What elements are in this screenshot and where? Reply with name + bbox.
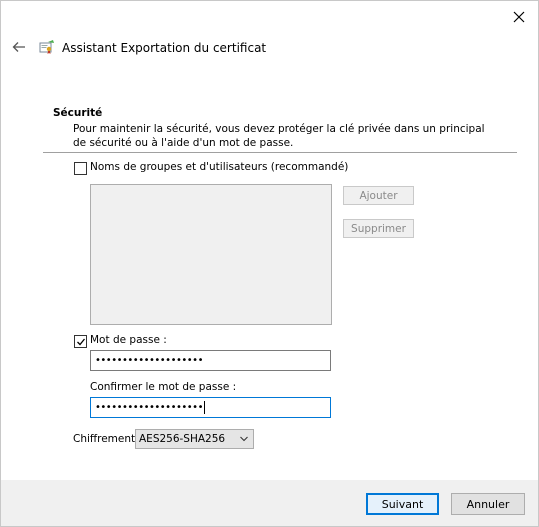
groups-checkbox-label[interactable]: Noms de groupes et d'utilisateurs (recom… [90, 161, 348, 173]
close-button[interactable] [506, 5, 532, 29]
remove-button[interactable]: Supprimer [343, 219, 414, 238]
certificate-export-wizard-window: Assistant Exportation du certificat Sécu… [0, 0, 539, 527]
certificate-icon [39, 40, 54, 54]
close-icon [513, 11, 525, 23]
back-arrow-icon [12, 42, 25, 52]
confirm-password-value: •••••••••••••••••••• [95, 402, 203, 413]
password-checkbox[interactable] [74, 335, 87, 348]
text-caret [203, 401, 205, 414]
separator [43, 152, 517, 153]
cancel-button[interactable]: Annuler [451, 493, 525, 515]
add-button[interactable]: Ajouter [343, 186, 414, 205]
encryption-label: Chiffrement [73, 433, 136, 445]
groups-checkbox[interactable] [74, 162, 87, 175]
next-button[interactable]: Suivant [366, 493, 439, 515]
password-checkbox-label[interactable]: Mot de passe : [90, 334, 167, 346]
confirm-password-input[interactable]: •••••••••••••••••••• [90, 397, 331, 418]
section-title: Sécurité [53, 107, 103, 119]
checkmark-icon [76, 338, 85, 345]
groups-users-listbox[interactable] [90, 184, 332, 325]
chevron-down-icon [240, 436, 248, 442]
wizard-title: Assistant Exportation du certificat [62, 41, 267, 55]
password-value: •••••••••••••••••••• [95, 355, 203, 366]
back-button[interactable] [9, 37, 29, 57]
password-input[interactable]: •••••••••••••••••••• [90, 350, 331, 371]
confirm-password-label: Confirmer le mot de passe : [90, 381, 237, 393]
encryption-selected-value: AES256-SHA256 [139, 433, 226, 445]
wizard-footer: Suivant Annuler [1, 480, 538, 526]
encryption-select[interactable]: AES256-SHA256 [135, 429, 254, 449]
section-description: Pour maintenir la sécurité, vous devez p… [73, 123, 485, 149]
